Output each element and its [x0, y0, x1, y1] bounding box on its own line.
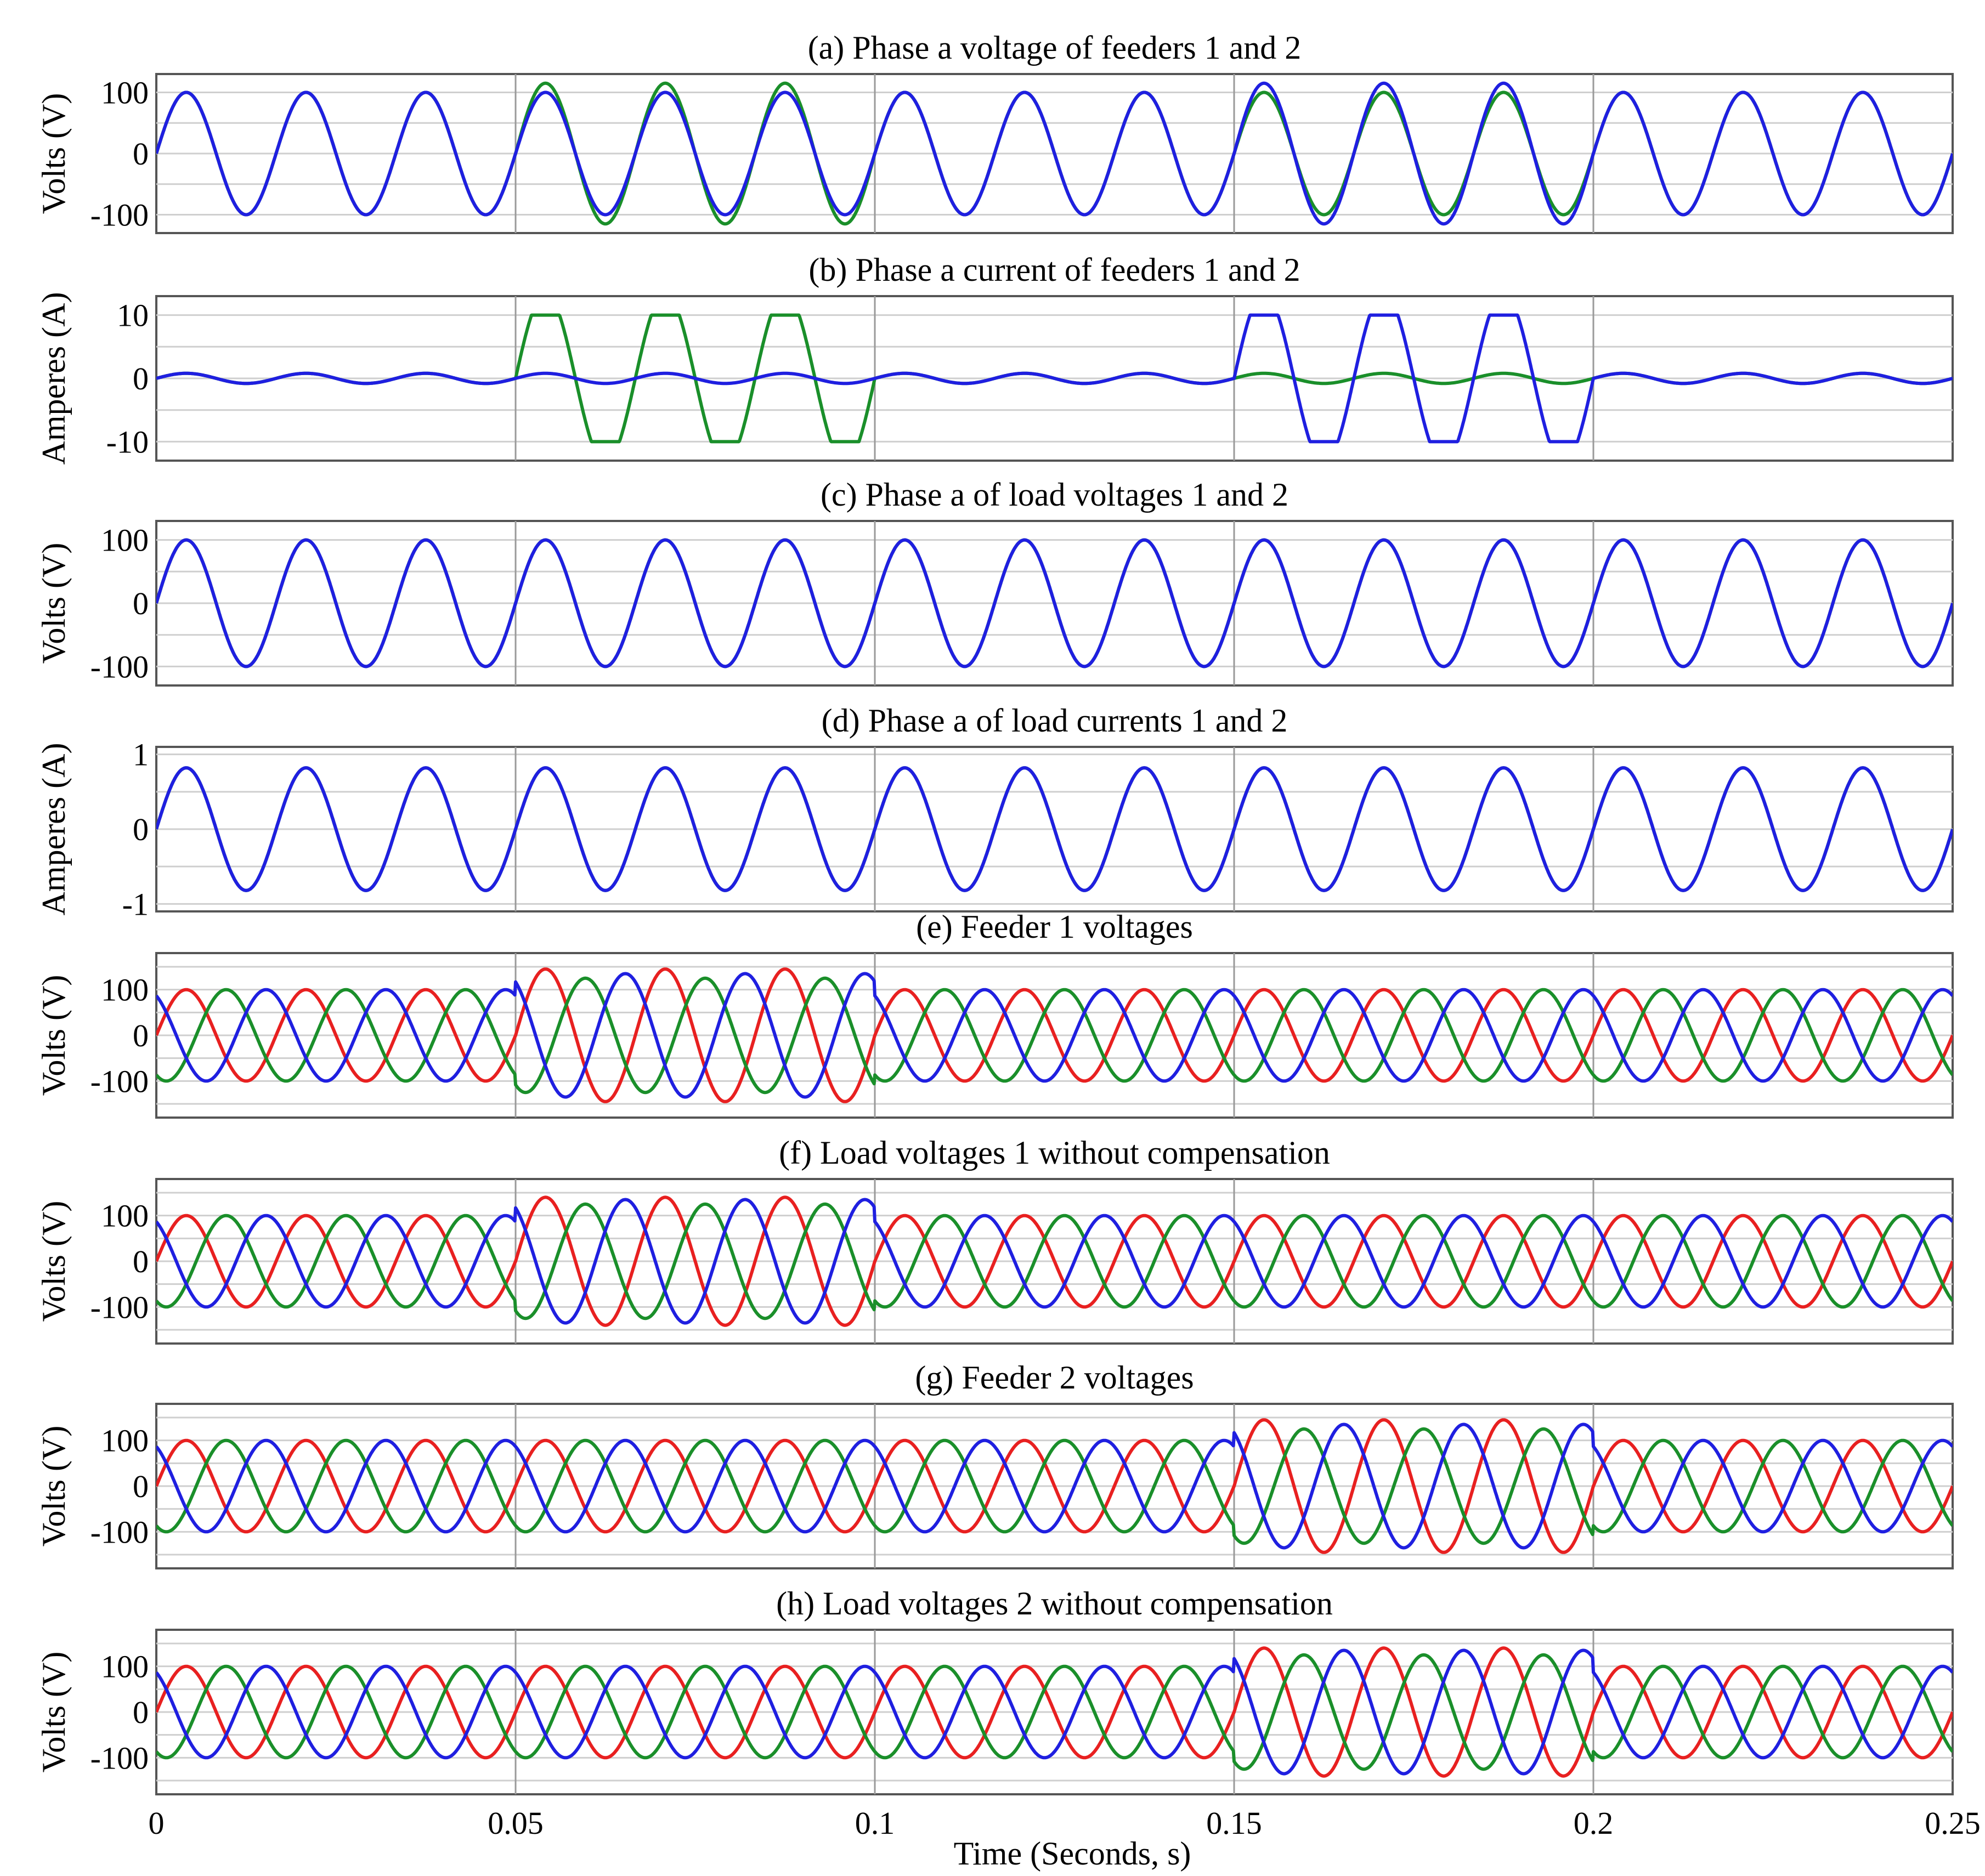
- panel-title-a: (a) Phase a voltage of feeders 1 and 2: [808, 30, 1302, 66]
- y-axis-label-g: Volts (V): [36, 1426, 72, 1547]
- y-tick-label: 100: [101, 1649, 149, 1685]
- y-tick-label: 0: [133, 1469, 149, 1504]
- y-tick-label: 0: [133, 361, 149, 396]
- y-tick-label: 100: [101, 75, 149, 110]
- y-tick-label: 0: [133, 1018, 149, 1053]
- y-tick-label: -100: [91, 1063, 149, 1099]
- y-tick-label: 0: [133, 812, 149, 847]
- y-tick-label: -100: [91, 1514, 149, 1550]
- y-axis-label-h: Volts (V): [36, 1652, 72, 1773]
- y-tick-label: 100: [101, 523, 149, 558]
- y-tick-label: -10: [106, 424, 149, 460]
- panel-title-b: (b) Phase a current of feeders 1 and 2: [808, 252, 1300, 288]
- y-tick-label: -100: [91, 649, 149, 684]
- y-tick-label: 10: [117, 298, 149, 333]
- panel-title-h: (h) Load voltages 2 without compensation: [776, 1585, 1333, 1622]
- y-tick-label: 100: [101, 1198, 149, 1234]
- y-tick-label: 100: [101, 972, 149, 1008]
- x-tick-label: 0.2: [1574, 1805, 1614, 1841]
- y-axis-label-c: Volts (V): [36, 543, 72, 664]
- panel-title-c: (c) Phase a of load voltages 1 and 2: [821, 477, 1288, 513]
- y-axis-label-f: Volts (V): [36, 1201, 72, 1322]
- y-axis-label-e: Volts (V): [36, 975, 72, 1096]
- panel-title-d: (d) Phase a of load currents 1 and 2: [822, 702, 1288, 739]
- y-tick-label: -100: [91, 1740, 149, 1776]
- y-tick-label: 0: [133, 1244, 149, 1279]
- x-tick-label: 0.05: [488, 1805, 544, 1841]
- y-axis-label-a: Volts (V): [36, 93, 72, 214]
- y-tick-label: 0: [133, 1694, 149, 1730]
- x-tick-label: 0.25: [1925, 1805, 1981, 1841]
- x-tick-label: 0.1: [855, 1805, 895, 1841]
- y-axis-label-b: Amperes (A): [36, 292, 72, 465]
- y-tick-label: 100: [101, 1423, 149, 1459]
- x-axis-label: Time (Seconds, s): [954, 1835, 1191, 1872]
- y-tick-label: -100: [91, 1289, 149, 1325]
- figure: (a) Phase a voltage of feeders 1 and 210…: [0, 0, 1985, 1876]
- y-tick-label: 1: [133, 737, 149, 773]
- panel-title-e: (e) Feeder 1 voltages: [916, 909, 1193, 945]
- panel-title-f: (f) Load voltages 1 without compensation: [779, 1135, 1330, 1171]
- x-tick-label: 0.15: [1206, 1805, 1262, 1841]
- x-tick-label: 0: [149, 1805, 165, 1841]
- panel-title-g: (g) Feeder 2 voltages: [915, 1359, 1194, 1396]
- y-tick-label: -1: [122, 886, 149, 922]
- y-tick-label: 0: [133, 136, 149, 172]
- y-tick-label: 0: [133, 586, 149, 621]
- y-axis-label-d: Amperes (A): [36, 743, 72, 916]
- y-tick-label: -100: [91, 197, 149, 233]
